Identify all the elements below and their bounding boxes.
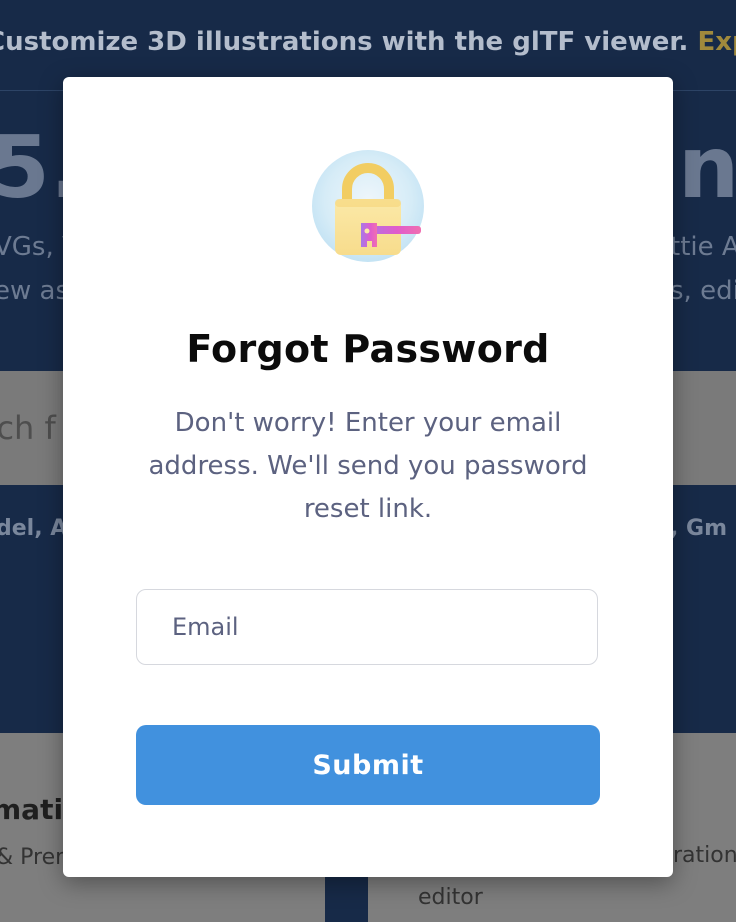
- dialog-description: Don't worry! Enter your email address. W…: [148, 408, 588, 524]
- dialog-title: Forgot Password: [186, 327, 550, 371]
- modal-overlay[interactable]: Forgot Password Don't worry! Enter your …: [0, 0, 736, 922]
- email-field[interactable]: [136, 589, 598, 665]
- padlock-with-key-icon: [311, 149, 425, 263]
- submit-button[interactable]: Submit: [136, 725, 600, 805]
- forgot-password-dialog: Forgot Password Don't worry! Enter your …: [63, 77, 673, 877]
